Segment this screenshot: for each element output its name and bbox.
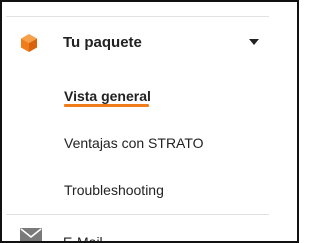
mail-icon <box>20 228 42 241</box>
section-header-email[interactable]: E-Mail <box>2 222 297 243</box>
divider <box>6 16 269 17</box>
nav-item-ventajas-con-strato[interactable]: Ventajas con STRATO <box>64 134 204 152</box>
caret-down-icon[interactable] <box>249 39 259 45</box>
package-icon <box>21 34 37 52</box>
divider <box>6 214 269 215</box>
nav-item-troubleshooting[interactable]: Troubleshooting <box>64 181 164 199</box>
sidebar-panel: Tu paquete Vista general Ventajas con ST… <box>0 0 299 243</box>
active-indicator <box>64 104 149 107</box>
section-label: Tu paquete <box>63 34 142 51</box>
section-header-tu-paquete[interactable]: Tu paquete <box>2 24 297 60</box>
nav-item-vista-general[interactable]: Vista general <box>64 87 151 105</box>
section-label: E-Mail <box>63 234 103 243</box>
